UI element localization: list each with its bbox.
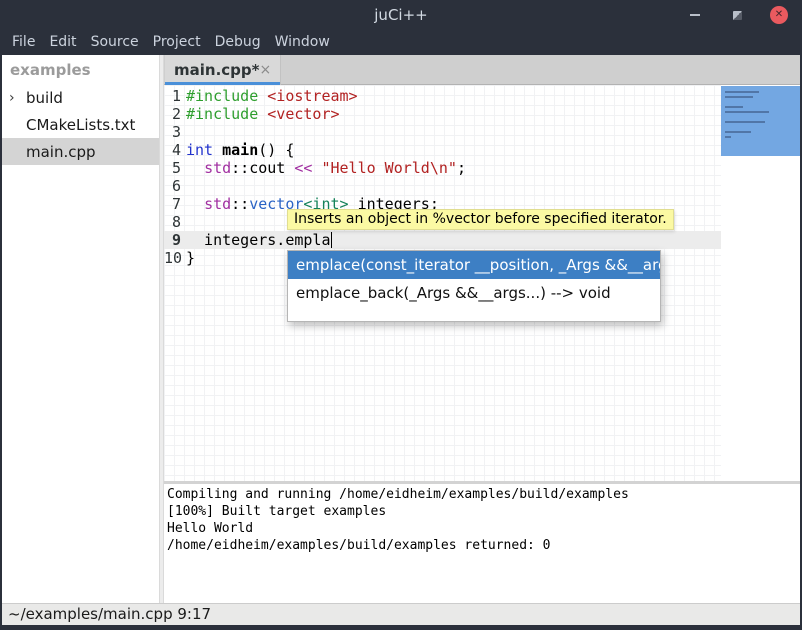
tab-close-icon[interactable]: ×	[259, 62, 271, 78]
line-number: 10	[164, 249, 186, 267]
terminal-line: Compiling and running /home/eidheim/exam…	[167, 486, 800, 503]
menu-project[interactable]: Project	[153, 30, 201, 55]
minimap-code-line	[725, 136, 731, 138]
line-number: 6	[164, 177, 186, 195]
minimap-code-line	[725, 121, 765, 123]
editor-line-3[interactable]: 3	[164, 123, 721, 141]
minimap-code-line	[725, 106, 743, 108]
line-number: 8	[164, 213, 186, 231]
code-text: }	[186, 249, 195, 267]
sidebar-item-build[interactable]: ›build	[2, 84, 159, 111]
file-label: build	[26, 89, 63, 107]
code-text: integers.empla	[186, 231, 332, 249]
minimize-button[interactable]	[686, 6, 704, 24]
autocomplete-popup: emplace(const_iterator __position, _Args…	[287, 250, 661, 322]
menu-bar: File Edit Source Project Debug Window	[0, 30, 802, 55]
line-number: 7	[164, 195, 186, 213]
minimap-code-line	[725, 91, 759, 93]
status-bar: ~/examples/main.cpp 9:17	[2, 603, 800, 625]
line-number: 2	[164, 105, 186, 123]
autocomplete-item[interactable]: emplace_back(_Args &&__args...) --> void	[288, 279, 660, 307]
editor-line-1[interactable]: 1#include <iostream>	[164, 87, 721, 105]
editor-line-2[interactable]: 2#include <vector>	[164, 105, 721, 123]
close-icon: ✕	[775, 6, 783, 24]
editor-pane: main.cpp* × 1#include <iostream>2#includ…	[164, 55, 800, 603]
text-cursor	[331, 232, 332, 248]
restore-icon	[733, 11, 742, 20]
close-button[interactable]: ✕	[770, 6, 788, 24]
terminal-line: /home/eidheim/examples/build/examples re…	[167, 537, 800, 554]
menu-debug[interactable]: Debug	[215, 30, 261, 55]
line-number: 1	[164, 87, 186, 105]
file-tree: ›build CMakeLists.txt main.cpp	[2, 84, 159, 165]
minimap[interactable]	[721, 85, 800, 481]
editor-line-5[interactable]: 5 std::cout << "Hello World\n";	[164, 159, 721, 177]
menu-edit[interactable]: Edit	[49, 30, 76, 55]
chevron-right-icon[interactable]: ›	[9, 90, 26, 106]
menu-source[interactable]: Source	[91, 30, 139, 55]
doc-tooltip: Inserts an object in %vector before spec…	[287, 209, 674, 230]
terminal-line: [100%] Built target examples	[167, 503, 800, 520]
line-number: 9	[164, 231, 186, 249]
file-tree-sidebar: examples ›build CMakeLists.txt main.cpp	[2, 55, 159, 603]
project-name: examples	[2, 55, 159, 84]
code-text: std::cout << "Hello World\n";	[186, 159, 466, 177]
minimize-icon	[690, 14, 700, 16]
app-window: juCi++ ✕ File Edit Source Project Debug Windo…	[0, 0, 802, 630]
autocomplete-item[interactable]: emplace(const_iterator __position, _Args…	[288, 251, 660, 279]
editor-line-6[interactable]: 6	[164, 177, 721, 195]
minimap-viewport[interactable]	[721, 86, 800, 156]
tab-main-cpp[interactable]: main.cpp* ×	[165, 55, 281, 85]
titlebar: juCi++ ✕	[0, 0, 802, 30]
line-number: 4	[164, 141, 186, 159]
editor-line-9[interactable]: 9 integers.empla	[164, 231, 721, 249]
code-text: #include <iostream>	[186, 87, 358, 105]
minimap-code-line	[725, 131, 751, 133]
status-file-position: ~/examples/main.cpp 9:17	[8, 605, 211, 623]
sidebar-item-cmakelists-txt[interactable]: CMakeLists.txt	[2, 111, 159, 138]
terminal-panel[interactable]: Compiling and running /home/eidheim/exam…	[164, 484, 800, 603]
menu-window[interactable]: Window	[275, 30, 330, 55]
window-title: juCi++	[0, 0, 802, 30]
window-controls: ✕	[686, 0, 788, 30]
sidebar-item-main-cpp[interactable]: main.cpp	[2, 138, 159, 165]
minimap-code-line	[725, 96, 753, 98]
tab-label: main.cpp*	[174, 61, 259, 79]
line-number: 3	[164, 123, 186, 141]
minimap-code-line	[725, 111, 769, 113]
code-editor[interactable]: 1#include <iostream>2#include <vector>34…	[164, 85, 800, 481]
code-text: #include <vector>	[186, 105, 340, 123]
line-number: 5	[164, 159, 186, 177]
code-text: int main() {	[186, 141, 294, 159]
file-label: CMakeLists.txt	[26, 116, 135, 134]
restore-button[interactable]	[728, 6, 746, 24]
menu-file[interactable]: File	[12, 30, 35, 55]
file-label: main.cpp	[26, 143, 96, 161]
editor-line-4[interactable]: 4int main() {	[164, 141, 721, 159]
editor-lines: 1#include <iostream>2#include <vector>34…	[164, 87, 721, 267]
terminal-line: Hello World	[167, 520, 800, 537]
tab-bar: main.cpp* ×	[164, 55, 800, 85]
